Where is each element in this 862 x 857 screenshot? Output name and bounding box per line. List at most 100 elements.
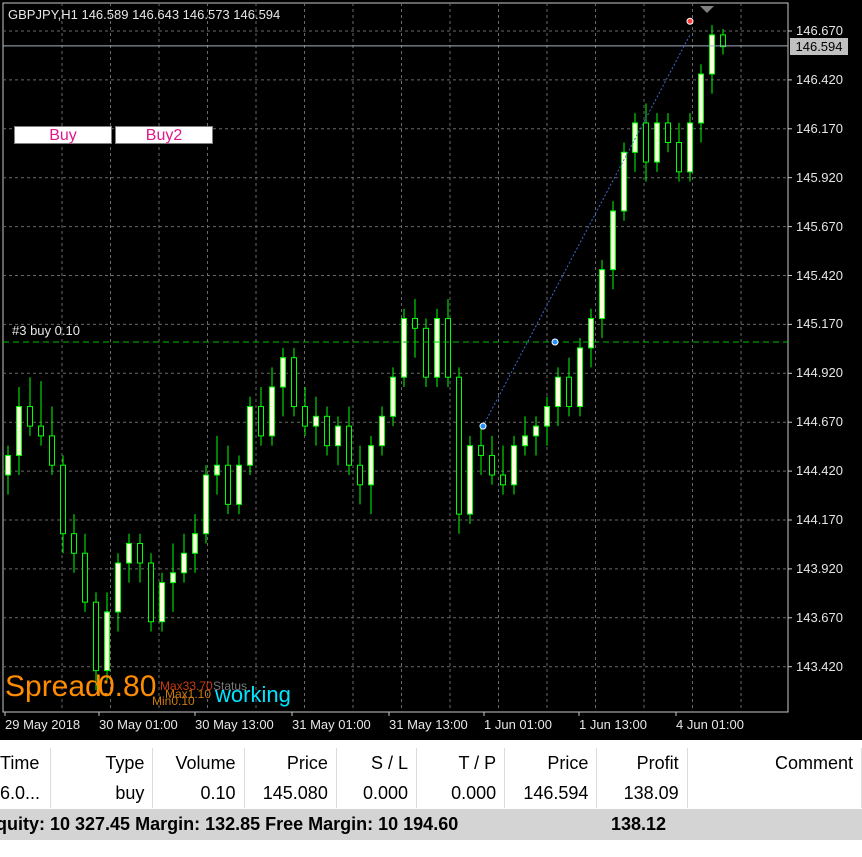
price-axis-label: 144.670 xyxy=(796,414,843,430)
candle-body xyxy=(379,415,385,447)
time-axis-label: 4 Jun 01:00 xyxy=(676,717,744,732)
candle-body xyxy=(82,552,88,603)
candle-body xyxy=(632,122,638,153)
time-axis-label: 31 May 01:00 xyxy=(292,717,371,732)
candle-body xyxy=(203,474,209,535)
candle-body xyxy=(126,542,132,564)
time-axis-label: 1 Jun 01:00 xyxy=(484,717,552,732)
column-header[interactable]: S / L xyxy=(336,748,418,778)
candle-body xyxy=(5,454,11,476)
table-row[interactable]: 6.0... buy 0.10 145.080 0.000 0.000 146.594 138… xyxy=(0,778,862,808)
time-axis-label: 29 May 2018 xyxy=(5,717,81,732)
chart-shift-icon xyxy=(700,6,714,13)
candle-body xyxy=(654,122,660,163)
candle-body xyxy=(456,376,462,515)
column-header[interactable]: Comment xyxy=(687,748,862,778)
trade-marker-icon xyxy=(479,422,487,430)
total-profit: 138.12 xyxy=(611,814,667,834)
candle-body xyxy=(214,464,220,476)
candle-body xyxy=(478,445,484,456)
candle-body xyxy=(544,406,550,427)
column-header[interactable]: Volume xyxy=(152,748,245,778)
column-header[interactable]: T / P xyxy=(416,748,506,778)
buy-button[interactable]: Buy xyxy=(14,126,112,144)
candle-body xyxy=(159,582,165,623)
current-price-label: 146.594 xyxy=(790,38,848,55)
column-header[interactable]: Profit xyxy=(596,748,688,778)
candle-body xyxy=(698,73,704,124)
trade-marker-icon xyxy=(551,338,559,346)
column-header[interactable]: Time xyxy=(0,748,51,778)
price-axis-label: 146.670 xyxy=(796,23,843,38)
spread-value: 0.80 xyxy=(98,670,157,703)
trade-path-line xyxy=(482,34,691,427)
candle-body xyxy=(555,376,561,408)
candle-body xyxy=(192,533,198,554)
price-axis-label: 145.420 xyxy=(796,267,843,283)
candle-body xyxy=(247,406,253,466)
candle-body xyxy=(60,464,66,535)
column-header[interactable]: Price xyxy=(504,748,598,778)
candle-body xyxy=(115,562,121,613)
candle-body xyxy=(687,122,693,173)
candle-body xyxy=(225,464,231,505)
candle-body xyxy=(346,425,352,466)
candle-body xyxy=(16,406,22,456)
working-label: working xyxy=(215,682,291,707)
price-axis-label: 143.670 xyxy=(796,609,843,625)
candle-body xyxy=(181,552,187,574)
price-axis-label: 146.170 xyxy=(796,120,843,136)
candle-body xyxy=(390,376,396,417)
candle-body xyxy=(709,34,715,75)
time-axis-label: 30 May 01:00 xyxy=(99,717,178,732)
candle-body xyxy=(423,327,429,378)
candle-body xyxy=(104,611,110,672)
buy2-button[interactable]: Buy2 xyxy=(115,126,213,144)
candle-body xyxy=(610,210,616,271)
spread-label: Spread: xyxy=(5,670,111,703)
candle-body xyxy=(621,151,627,212)
candle-body xyxy=(522,435,528,447)
column-header[interactable]: Type xyxy=(50,748,154,778)
candle-body xyxy=(258,406,264,437)
price-axis-label: 143.920 xyxy=(796,560,843,576)
table-cell: 0.000 xyxy=(336,778,418,808)
price-axis-label: 146.420 xyxy=(796,71,843,87)
table-cell: 146.594 xyxy=(504,778,598,808)
candle-body xyxy=(302,406,308,427)
candle-body xyxy=(566,376,572,408)
candle-body xyxy=(445,318,451,378)
price-axis-label: 145.670 xyxy=(796,218,843,234)
table-cell: 145.080 xyxy=(244,778,337,808)
candle-body xyxy=(599,269,605,320)
candle-body xyxy=(489,454,495,476)
chart-area[interactable]: GBPJPY,H1 146.589 146.643 146.573 146.59… xyxy=(0,0,862,740)
candle-body xyxy=(434,318,440,378)
order-label: #3 buy 0.10 xyxy=(12,323,80,338)
price-axis-label: 143.420 xyxy=(796,658,843,674)
candle-body xyxy=(467,445,473,515)
candle-body xyxy=(412,318,418,329)
candle-body xyxy=(368,445,374,486)
candle-body xyxy=(720,34,726,48)
table-cell xyxy=(687,778,862,808)
candle-body xyxy=(148,562,154,623)
candle-body xyxy=(49,435,55,466)
table-cell: 0.000 xyxy=(416,778,506,808)
candle-body xyxy=(269,386,275,437)
candle-body xyxy=(676,141,682,173)
candle-body xyxy=(533,425,539,437)
candle-body xyxy=(511,445,517,486)
table-cell: buy xyxy=(50,778,154,808)
account-summary: quity: 10 327.45 Margin: 132.85 Free Mar… xyxy=(0,814,459,834)
candle-body xyxy=(27,406,33,427)
symbol-info: GBPJPY,H1 146.589 146.643 146.573 146.59… xyxy=(8,7,281,22)
candle-body xyxy=(291,357,297,408)
price-axis-label: 145.170 xyxy=(796,316,843,332)
account-summary-bar: quity: 10 327.45 Margin: 132.85 Free Mar… xyxy=(0,809,862,840)
price-chart[interactable] xyxy=(0,0,862,740)
time-axis-label: 30 May 13:00 xyxy=(195,717,274,732)
column-header[interactable]: Price xyxy=(244,748,337,778)
table-header-row: Time Type Volume Price S / LT / P Price Profit… xyxy=(0,748,862,778)
candle-body xyxy=(324,415,330,447)
